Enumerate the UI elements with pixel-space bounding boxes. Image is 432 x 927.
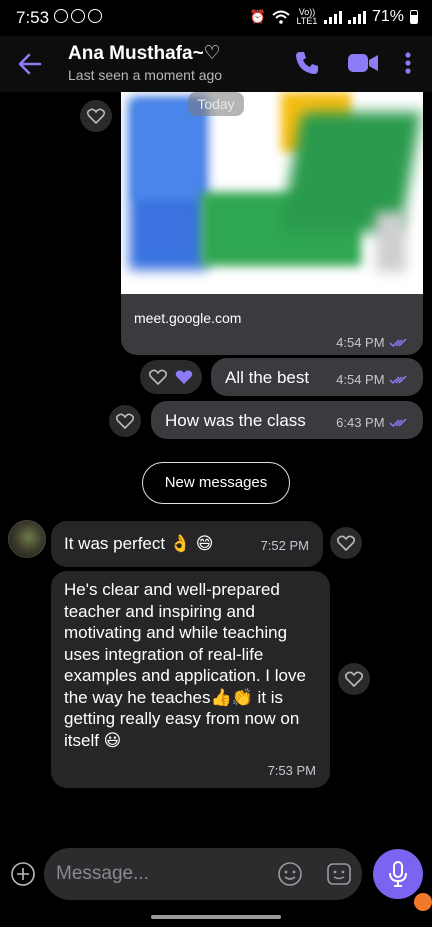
heart-icon[interactable] (148, 369, 167, 385)
react-heart-button[interactable] (109, 405, 141, 437)
battery-icon (410, 10, 418, 24)
message-time: 7:52 PM (260, 538, 309, 553)
message-time: 4:54 PM (336, 335, 385, 350)
mic-button[interactable] (373, 849, 423, 899)
reactions[interactable] (140, 360, 202, 394)
last-seen: Last seen a moment ago (68, 67, 223, 83)
viber-notification-icon (54, 9, 68, 23)
emoji-icon[interactable] (277, 861, 303, 887)
heart-icon (337, 535, 355, 551)
message-text: He's clear and well-prepared teacher and… (64, 580, 306, 750)
battery-percent: 71% (371, 8, 404, 25)
home-indicator[interactable] (151, 915, 281, 919)
status-time: 7:53 (16, 8, 50, 27)
contact-name[interactable]: Ana Musthafa~♡ (68, 42, 221, 65)
mic-icon (389, 861, 407, 887)
read-check-icon (389, 375, 407, 384)
add-icon[interactable] (10, 861, 36, 887)
chat-header: Ana Musthafa~♡ Last seen a moment ago (0, 36, 432, 92)
heart-icon (116, 413, 134, 429)
link-preview-image[interactable] (121, 92, 423, 294)
message-meta: 4:54 PM (336, 334, 407, 352)
message-time: 6:43 PM (336, 415, 385, 430)
more-vert-icon[interactable] (398, 48, 418, 78)
message-text: How was the class (165, 411, 306, 430)
alarm-icon: ⏰ (249, 9, 266, 24)
message-bubble[interactable]: How was the class 6:43 PM (151, 401, 423, 439)
react-heart-button[interactable] (80, 100, 112, 132)
message-bubble[interactable]: It was perfect 👌 😄 7:52 PM (51, 521, 323, 567)
date-chip: Today (188, 92, 244, 116)
viber-notification-icon (71, 9, 85, 23)
network-type: Vo)) LTE1 (296, 7, 318, 26)
message-time: 7:53 PM (267, 763, 316, 778)
status-right: ⏰ Vo)) LTE1 71% (250, 8, 418, 26)
message-bubble[interactable]: All the best 4:54 PM (211, 358, 423, 396)
message-text: All the best (225, 368, 310, 387)
link-url[interactable]: meet.google.com (134, 310, 241, 326)
read-check-icon (389, 418, 407, 427)
new-messages-divider: New messages (142, 462, 290, 504)
message-meta: 4:54 PM (336, 371, 407, 389)
signal-icon (347, 10, 366, 24)
viber-notification-icon (88, 9, 102, 23)
message-composer[interactable]: Message... (44, 848, 362, 900)
floating-badge-icon[interactable] (414, 893, 432, 911)
react-heart-button[interactable] (330, 527, 362, 559)
sticker-icon[interactable] (326, 861, 352, 887)
status-bar: 7:53 ⏰ Vo)) LTE1 71% (0, 0, 432, 36)
notification-icons (54, 9, 102, 23)
message-text: It was perfect 👌 😄 (64, 534, 214, 553)
message-bubble[interactable]: He's clear and well-prepared teacher and… (51, 571, 330, 788)
signal-icon (323, 10, 342, 24)
back-arrow-icon[interactable] (16, 50, 44, 78)
message-time: 4:54 PM (336, 372, 385, 387)
react-heart-button[interactable] (338, 663, 370, 695)
message-meta: 6:43 PM (336, 414, 407, 432)
heart-icon (345, 671, 363, 687)
link-preview-message[interactable]: meet.google.com 4:54 PM (121, 92, 423, 355)
wifi-icon (272, 10, 290, 24)
avatar[interactable] (8, 520, 46, 558)
video-icon[interactable] (346, 48, 380, 78)
heart-filled-icon[interactable] (175, 369, 193, 385)
read-check-icon (389, 338, 407, 347)
phone-icon[interactable] (292, 48, 322, 78)
heart-icon (87, 108, 105, 124)
message-input[interactable]: Message... (56, 863, 149, 885)
